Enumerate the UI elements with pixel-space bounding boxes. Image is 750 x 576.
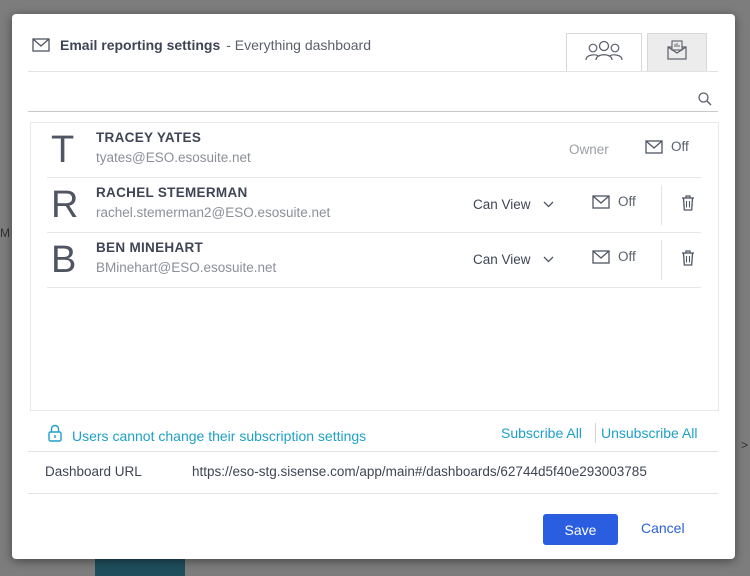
user-name: BEN MINEHART <box>96 240 204 255</box>
chevron-down-icon <box>543 201 554 208</box>
search-input[interactable] <box>28 86 692 112</box>
email-subscription-toggle[interactable]: Off <box>592 194 636 209</box>
role-value: Can View <box>473 197 531 212</box>
envelope-icon <box>32 38 50 52</box>
divider <box>28 451 718 452</box>
dialog-subtitle: - Everything dashboard <box>226 37 372 53</box>
trash-icon[interactable] <box>681 195 695 216</box>
role-label: Owner <box>569 142 609 157</box>
lock-text: Users cannot change their subscription s… <box>72 427 367 444</box>
user-row: R RACHEL STEMERMAN rachel.stemerman2@ESO… <box>47 178 701 233</box>
dialog-title: Email reporting settings <box>60 37 221 53</box>
user-email: rachel.stemerman2@ESO.esosuite.net <box>96 205 331 220</box>
subscription-lock-toggle[interactable]: Users cannot change their subscription s… <box>48 424 366 447</box>
envelope-icon <box>645 139 663 154</box>
dashboard-url-value[interactable]: https://eso-stg.sisense.com/app/main#/da… <box>192 464 699 479</box>
row-divider <box>661 240 662 280</box>
report-inbox-icon <box>666 39 688 66</box>
unsubscribe-all-link[interactable]: Unsubscribe All <box>601 425 698 441</box>
user-name: TRACEY YATES <box>96 130 202 145</box>
envelope-icon <box>592 249 610 264</box>
email-reporting-dialog: Email reporting settings - Everything da… <box>12 14 735 559</box>
cancel-button[interactable]: Cancel <box>641 520 685 536</box>
envelope-icon <box>592 194 610 209</box>
user-initial: R <box>51 184 79 226</box>
subscribe-all-link[interactable]: Subscribe All <box>501 425 582 441</box>
role-value: Can View <box>473 252 531 267</box>
email-status: Off <box>671 139 689 154</box>
tab-divider <box>28 71 718 72</box>
users-list: T TRACEY YATES tyates@ESO.esosuite.net O… <box>30 122 719 411</box>
lock-icon <box>48 424 62 447</box>
tab-users[interactable] <box>566 33 642 71</box>
user-initial: T <box>51 129 75 171</box>
divider <box>28 493 718 494</box>
tab-report[interactable] <box>647 33 707 71</box>
background-fragment-left: M <box>0 226 10 240</box>
user-name: RACHEL STEMERMAN <box>96 185 248 200</box>
users-group-icon <box>585 39 623 66</box>
user-row: B BEN MINEHART BMinehart@ESO.esosuite.ne… <box>47 233 701 288</box>
background-fragment-right: > <box>740 438 748 452</box>
email-subscription-toggle[interactable]: Off <box>592 249 636 264</box>
row-divider <box>661 185 662 225</box>
search-icon[interactable] <box>698 92 712 111</box>
link-separator <box>595 423 596 443</box>
user-email: tyates@ESO.esosuite.net <box>96 150 251 165</box>
user-row-owner: T TRACEY YATES tyates@ESO.esosuite.net O… <box>47 123 701 178</box>
dashboard-url-label: Dashboard URL <box>45 464 142 479</box>
user-initial: B <box>51 239 77 281</box>
save-button[interactable]: Save <box>543 514 618 545</box>
user-email: BMinehart@ESO.esosuite.net <box>96 260 277 275</box>
role-dropdown[interactable]: Can View <box>473 252 554 267</box>
email-status: Off <box>618 194 636 209</box>
dialog-header: Email reporting settings - Everything da… <box>32 37 371 53</box>
email-subscription-toggle[interactable]: Off <box>645 139 689 154</box>
trash-icon[interactable] <box>681 250 695 271</box>
role-dropdown[interactable]: Can View <box>473 197 554 212</box>
search-bar <box>28 86 718 112</box>
email-status: Off <box>618 249 636 264</box>
chevron-down-icon <box>543 256 554 263</box>
